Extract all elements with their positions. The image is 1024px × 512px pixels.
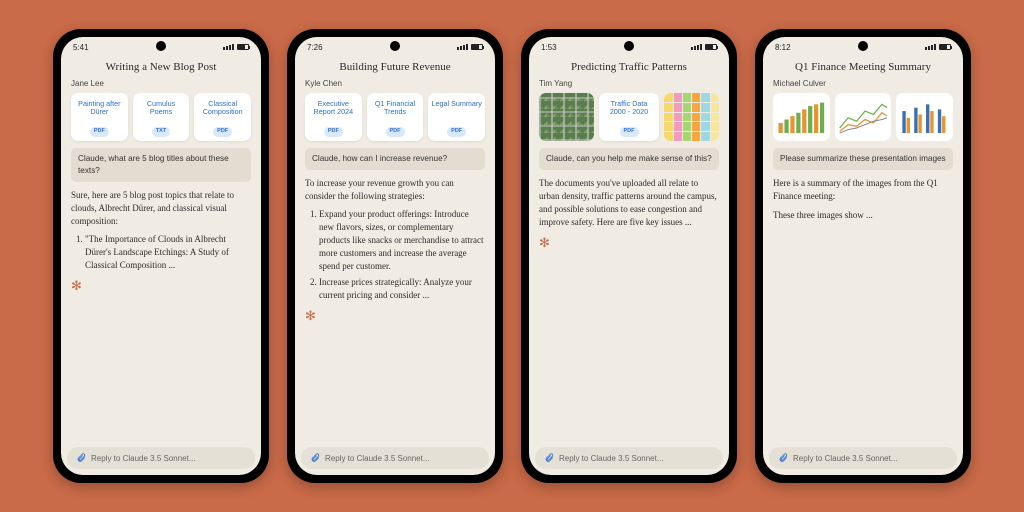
assistant-response: To increase your revenue growth you can … — [305, 177, 485, 326]
attachment-card[interactable]: Executive Report 2024 PDF — [305, 93, 362, 141]
attachment-card[interactable]: Cumulus Poems TXT — [133, 93, 190, 141]
attachments: Executive Report 2024 PDF Q1 Financial T… — [305, 93, 485, 141]
user-message: Please summarize these presentation imag… — [773, 148, 953, 170]
attach-icon[interactable] — [76, 453, 86, 463]
assistant-response: Sure, here are 5 blog post topics that r… — [71, 189, 251, 296]
phone-frame: 1:53 Predicting Traffic Patterns Tim Yan… — [521, 29, 737, 483]
file-type-badge: PDF — [90, 127, 109, 137]
camera-hole — [624, 41, 634, 51]
attachment-title: Cumulus Poems — [136, 100, 187, 117]
phone-frame: 7:26 Building Future Revenue Kyle Chen E… — [287, 29, 503, 483]
page-title: Building Future Revenue — [295, 57, 495, 79]
reply-placeholder: Reply to Claude 3.5 Sonnet... — [325, 454, 430, 463]
attachment-card[interactable]: Classical Composition PDF — [194, 93, 251, 141]
screen: 7:26 Building Future Revenue Kyle Chen E… — [295, 37, 495, 475]
spark-icon: ✻ — [305, 307, 485, 326]
clock: 7:26 — [307, 43, 323, 52]
author-label: Tim Yang — [529, 79, 729, 93]
page-title: Predicting Traffic Patterns — [529, 57, 729, 79]
response-text: Sure, here are 5 blog post topics that r… — [71, 190, 234, 226]
signal-icon — [457, 44, 468, 50]
attachment-image-aerial[interactable] — [539, 93, 594, 141]
attachment-chart-line[interactable] — [835, 93, 892, 141]
file-type-badge: PDF — [213, 127, 232, 137]
attachment-title: Legal Summary — [431, 100, 482, 108]
reply-input[interactable]: Reply to Claude 3.5 Sonnet... — [301, 447, 489, 469]
file-type-badge: PDF — [447, 127, 466, 137]
reply-placeholder: Reply to Claude 3.5 Sonnet... — [91, 454, 196, 463]
reply-placeholder: Reply to Claude 3.5 Sonnet... — [559, 454, 664, 463]
attachment-card[interactable]: Q1 Financial Trends PDF — [367, 93, 424, 141]
spark-icon: ✻ — [539, 234, 719, 253]
clock: 1:53 — [541, 43, 557, 52]
page-title: Q1 Finance Meeting Summary — [763, 57, 963, 79]
signal-icon — [691, 44, 702, 50]
list-item: Increase prices strategically: Analyze y… — [319, 276, 485, 302]
attachment-card[interactable]: Legal Summary PDF — [428, 93, 485, 141]
assistant-response: Here is a summary of the images from the… — [773, 177, 953, 222]
response-text: To increase your revenue growth you can … — [305, 178, 454, 201]
page-title: Writing a New Blog Post — [61, 57, 261, 79]
attachment-title: Painting after Dürer — [74, 100, 125, 117]
conversation: Please summarize these presentation imag… — [763, 93, 963, 441]
conversation: Traffic Data 2000 - 2020 PDF Claude, can… — [529, 93, 729, 441]
clock: 8:12 — [775, 43, 791, 52]
spark-icon: ✻ — [71, 277, 251, 296]
attach-icon[interactable] — [778, 453, 788, 463]
attachment-title: Q1 Financial Trends — [370, 100, 421, 117]
response-text: The documents you've uploaded all relate… — [539, 178, 717, 227]
author-label: Jane Lee — [61, 79, 261, 93]
attachment-chart-bar[interactable] — [773, 93, 830, 141]
screen: 5:41 Writing a New Blog Post Jane Lee Pa… — [61, 37, 261, 475]
battery-icon — [705, 44, 717, 50]
list-item: Expand your product offerings: Introduce… — [319, 208, 485, 273]
response-text: Here is a summary of the images from the… — [773, 177, 953, 203]
attachments: Painting after Dürer PDF Cumulus Poems T… — [71, 93, 251, 141]
response-text: These three images show ... — [773, 209, 953, 222]
author-label: Michael Culver — [763, 79, 963, 93]
screen: 8:12 Q1 Finance Meeting Summary Michael … — [763, 37, 963, 475]
phone-frame: 5:41 Writing a New Blog Post Jane Lee Pa… — [53, 29, 269, 483]
camera-hole — [390, 41, 400, 51]
battery-icon — [939, 44, 951, 50]
reply-input[interactable]: Reply to Claude 3.5 Sonnet... — [535, 447, 723, 469]
camera-hole — [156, 41, 166, 51]
list-item: "The Importance of Clouds in Albrecht Dü… — [85, 233, 251, 272]
user-message: Claude, can you help me make sense of th… — [539, 148, 719, 170]
user-message: Claude, how can I increase revenue? — [305, 148, 485, 170]
signal-icon — [925, 44, 936, 50]
attachments: Traffic Data 2000 - 2020 PDF — [539, 93, 719, 141]
file-type-badge: TXT — [152, 127, 170, 137]
conversation: Executive Report 2024 PDF Q1 Financial T… — [295, 93, 495, 441]
reply-input[interactable]: Reply to Claude 3.5 Sonnet... — [67, 447, 255, 469]
battery-icon — [237, 44, 249, 50]
assistant-response: The documents you've uploaded all relate… — [539, 177, 719, 253]
attach-icon[interactable] — [544, 453, 554, 463]
author-label: Kyle Chen — [295, 79, 495, 93]
phone-frame: 8:12 Q1 Finance Meeting Summary Michael … — [755, 29, 971, 483]
attachment-card[interactable]: Traffic Data 2000 - 2020 PDF — [599, 93, 660, 141]
file-type-badge: PDF — [386, 127, 405, 137]
user-message: Claude, what are 5 blog titles about the… — [71, 148, 251, 182]
attachment-title: Executive Report 2024 — [308, 100, 359, 117]
attachment-card[interactable]: Painting after Dürer PDF — [71, 93, 128, 141]
attachment-title: Traffic Data 2000 - 2020 — [602, 100, 657, 117]
attachment-chart-grouped-bar[interactable] — [896, 93, 953, 141]
reply-placeholder: Reply to Claude 3.5 Sonnet... — [793, 454, 898, 463]
attach-icon[interactable] — [310, 453, 320, 463]
screen: 1:53 Predicting Traffic Patterns Tim Yan… — [529, 37, 729, 475]
attachment-title: Classical Composition — [197, 100, 248, 117]
conversation: Painting after Dürer PDF Cumulus Poems T… — [61, 93, 261, 441]
battery-icon — [471, 44, 483, 50]
camera-hole — [858, 41, 868, 51]
attachment-image-stickynotes[interactable] — [664, 93, 719, 141]
file-type-badge: PDF — [324, 127, 343, 137]
reply-input[interactable]: Reply to Claude 3.5 Sonnet... — [769, 447, 957, 469]
clock: 5:41 — [73, 43, 89, 52]
attachments — [773, 93, 953, 141]
signal-icon — [223, 44, 234, 50]
file-type-badge: PDF — [620, 127, 639, 137]
